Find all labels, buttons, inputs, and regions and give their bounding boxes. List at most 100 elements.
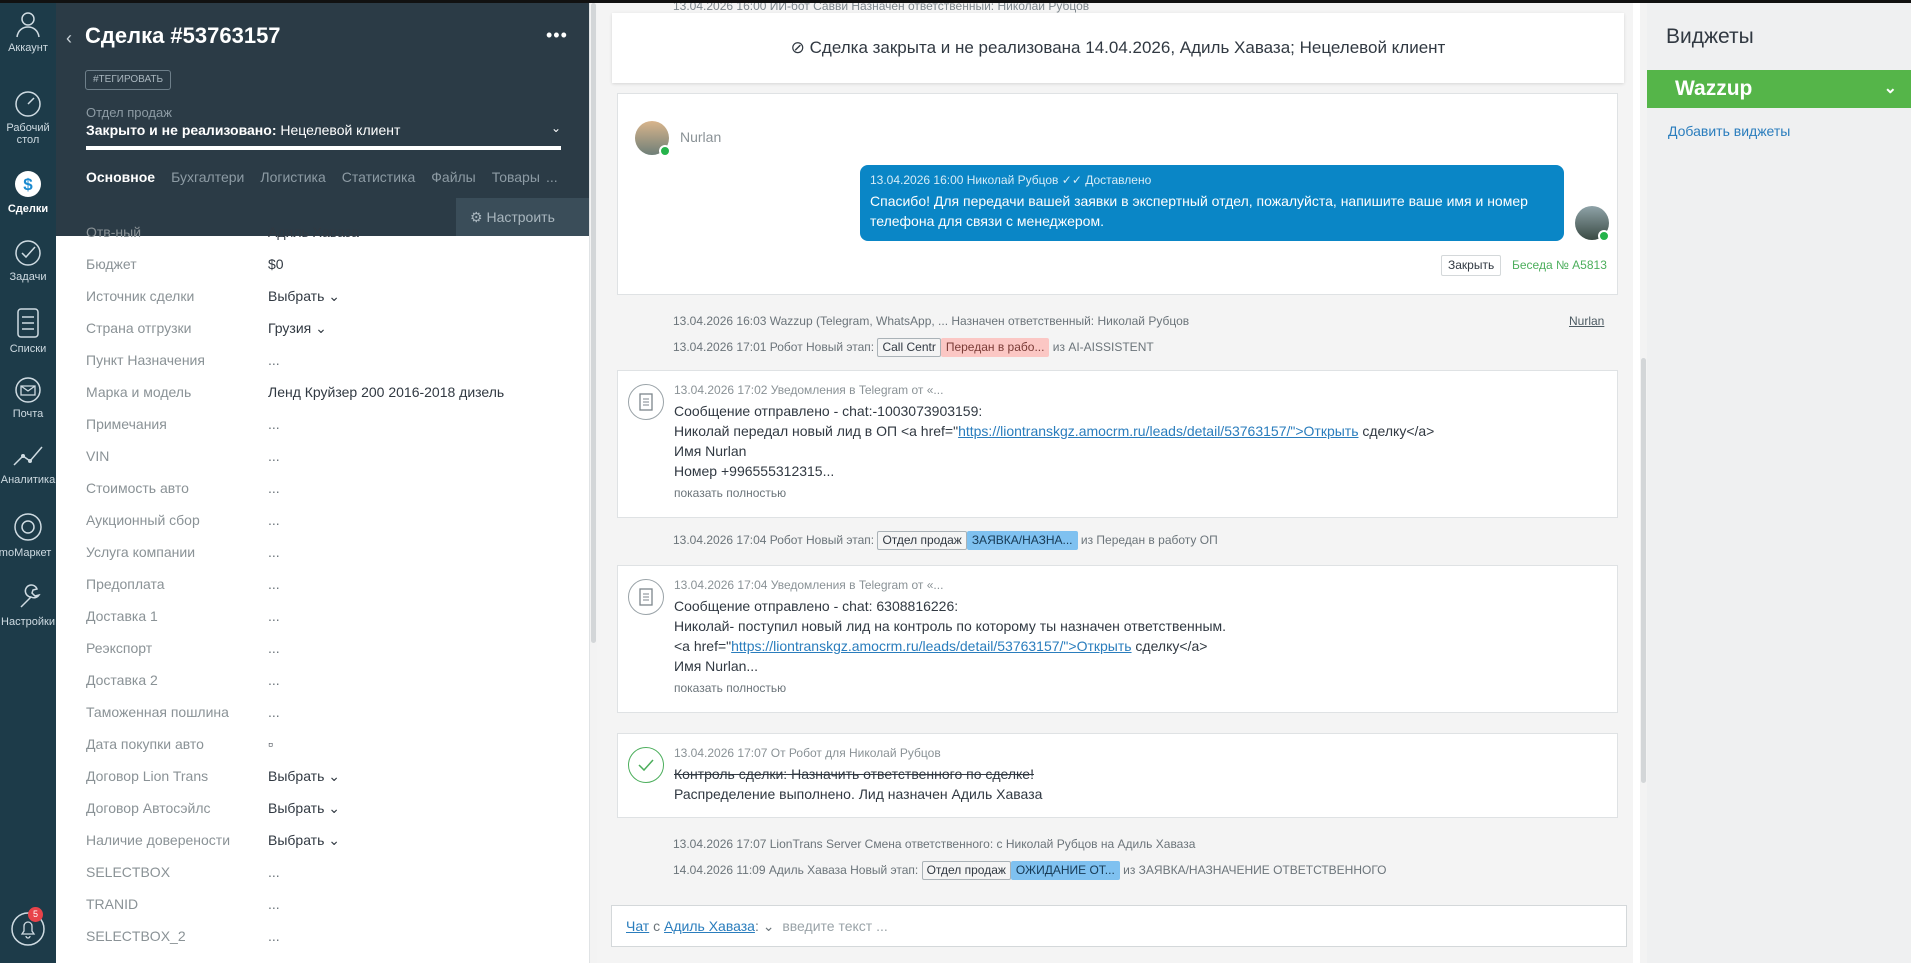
- field-value[interactable]: ...: [268, 632, 280, 664]
- task-meta: 13.04.2026 17:07 От Робот для Николай Ру…: [674, 746, 941, 760]
- field-value[interactable]: ...: [268, 696, 280, 728]
- check-icon: [628, 747, 664, 783]
- field-value[interactable]: ...: [268, 504, 280, 536]
- chevron-down-icon[interactable]: ⌄: [1884, 70, 1897, 108]
- tab-main[interactable]: Основное: [86, 169, 155, 185]
- field-value[interactable]: ...: [268, 344, 280, 376]
- close-chat-button[interactable]: Закрыть: [1441, 255, 1502, 276]
- field-value[interactable]: ...: [268, 536, 280, 568]
- back-chevron-icon[interactable]: ‹: [66, 28, 72, 49]
- field-value[interactable]: ...: [268, 408, 280, 440]
- lists-icon: [17, 308, 39, 338]
- recipient-link[interactable]: Адиль Хаваза: [664, 918, 755, 934]
- deal-tabs: Основное Бухгалтери Логистика Статистика Фай…: [86, 169, 556, 189]
- main-nav: Аккаунт Рабочий стол $ Сделки Задачи Спи…: [0, 3, 56, 963]
- contact-link[interactable]: Nurlan: [1569, 314, 1604, 328]
- wazzup-widget[interactable]: Wazzup ⌄: [1647, 70, 1911, 108]
- field-label: Наличие доверености: [86, 832, 231, 848]
- field-value[interactable]: Ленд Круйзер 200 2016-2018 дизель: [268, 376, 504, 408]
- field-label: Договор Автосэйлс: [86, 800, 211, 816]
- chat-contact-name[interactable]: Nurlan: [680, 129, 721, 145]
- field-value[interactable]: ...: [268, 856, 280, 888]
- message-meta: 13.04.2026 16:00 Николай Рубцов ✓✓ Доста…: [870, 173, 1152, 187]
- show-more-link[interactable]: показать полностью: [674, 678, 1226, 698]
- field-row: Таможенная пошлина...: [86, 696, 576, 728]
- field-value[interactable]: ...: [268, 440, 280, 472]
- field-value[interactable]: Адиль Хаваза: [268, 216, 359, 248]
- add-widgets-link[interactable]: Добавить виджеты: [1668, 123, 1790, 139]
- field-value[interactable]: ...: [268, 568, 280, 600]
- field-value[interactable]: ▫: [268, 728, 273, 760]
- note-block: 13.04.2026 17:04 Уведомления в Telegram …: [617, 565, 1618, 713]
- field-value[interactable]: Выбрать ⌄: [268, 824, 340, 856]
- field-value[interactable]: Выбрать ⌄: [268, 792, 340, 824]
- chevron-down-icon[interactable]: ⌄: [763, 918, 775, 934]
- field-label: Реэкспорт: [86, 640, 153, 656]
- status-select[interactable]: Закрыто и не реализовано: Нецелевой клие…: [86, 122, 400, 138]
- compose-bar[interactable]: Чат с Адиль Хаваза: ⌄ введите текст ...: [611, 905, 1627, 947]
- tag-button[interactable]: #ТЕГИРОВАТЬ: [85, 70, 172, 90]
- chevron-down-icon[interactable]: ⌄: [551, 121, 561, 135]
- stage-pill: Call Centr: [877, 338, 941, 357]
- feed-event: 13.04.2026 16:00 ИИ-бот Савви Назначен о…: [673, 3, 1090, 13]
- card-scrollbar[interactable]: [590, 3, 597, 963]
- field-row: Реэкспорт...: [86, 632, 576, 664]
- nav-dashboard[interactable]: Рабочий стол: [0, 89, 56, 146]
- note-line: Имя Nurlan: [674, 443, 747, 459]
- whatsapp-icon: [1598, 230, 1610, 242]
- scrollbar-thumb[interactable]: [591, 3, 596, 643]
- field-label: Дата покупки авто: [86, 736, 204, 752]
- field-value[interactable]: ...: [268, 920, 280, 952]
- nav-deals[interactable]: $ Сделки: [0, 168, 56, 215]
- note-line: Сообщение отправлено - chat:-10030739031…: [674, 403, 983, 419]
- field-label: Договор Lion Trans: [86, 768, 209, 784]
- note-line: <a href="https://liontranskgz.amocrm.ru/…: [674, 636, 1226, 656]
- more-menu-icon[interactable]: •••: [546, 25, 568, 46]
- nav-label: Настройки: [1, 616, 55, 628]
- tab-files[interactable]: Файлы: [431, 169, 475, 185]
- analytics-icon: [13, 446, 43, 466]
- tab-products[interactable]: Товары: [492, 169, 540, 185]
- field-label: Пункт Назначения: [86, 352, 205, 368]
- nav-lists[interactable]: Списки: [0, 306, 56, 355]
- field-row: Наличие доверености Выбрать ⌄: [86, 824, 576, 856]
- field-value[interactable]: ...: [268, 888, 280, 920]
- feed-scrollbar[interactable]: [1640, 3, 1647, 963]
- tab-accounting[interactable]: Бухгалтери: [171, 169, 244, 185]
- field-row: Страна отгрузки Грузия ⌄: [86, 312, 576, 344]
- note-block: 13.04.2026 17:02 Уведомления в Telegram …: [617, 370, 1618, 518]
- tab-logistics[interactable]: Логистика: [260, 169, 325, 185]
- deal-header: ‹ Сделка #53763157 ••• #ТЕГИРОВАТЬ Отдел…: [56, 3, 589, 236]
- show-more-link[interactable]: показать полностью: [674, 483, 1434, 503]
- field-value[interactable]: Грузия ⌄: [268, 312, 327, 344]
- wazzup-label: Wazzup: [1675, 77, 1753, 100]
- note-text: Николай передал новый лид в ОП <a href=": [674, 423, 959, 439]
- field-value[interactable]: $0: [268, 248, 284, 280]
- nav-mail[interactable]: Почта: [0, 375, 56, 420]
- field-value[interactable]: ...: [268, 472, 280, 504]
- nav-tasks[interactable]: Задачи: [0, 238, 56, 283]
- field-value[interactable]: ...: [268, 600, 280, 632]
- field-value[interactable]: Выбрать ⌄: [268, 280, 340, 312]
- nav-label: amoМаркет: [0, 547, 52, 559]
- note-line: Имя Nurlan...: [674, 658, 759, 674]
- tab-statistics[interactable]: Статистика: [342, 169, 416, 185]
- nav-settings[interactable]: Настройки: [0, 579, 56, 628]
- tabs-more-icon[interactable]: ...: [546, 169, 558, 185]
- field-value[interactable]: Выбрать ⌄: [268, 760, 340, 792]
- conversation-link[interactable]: Беседа № A5813: [1512, 258, 1607, 272]
- nav-analytics[interactable]: Аналитика: [0, 441, 56, 486]
- note-text: сделку</a>: [1358, 423, 1435, 439]
- scrollbar-thumb[interactable]: [1641, 358, 1646, 783]
- nav-market[interactable]: amoМаркет: [0, 510, 56, 559]
- chat-type-link[interactable]: Чат: [626, 918, 649, 934]
- blocked-icon: ⊘: [790, 38, 805, 57]
- message-input[interactable]: введите текст ...: [782, 918, 887, 934]
- nav-account[interactable]: Аккаунт: [0, 9, 56, 54]
- market-icon: [14, 513, 42, 541]
- deal-link[interactable]: https://liontranskgz.amocrm.ru/leads/det…: [731, 638, 1131, 654]
- deal-link[interactable]: https://liontranskgz.amocrm.ru/leads/det…: [958, 423, 1358, 439]
- pipeline-name: Отдел продаж: [86, 105, 172, 120]
- field-value[interactable]: ...: [268, 664, 280, 696]
- deal-title[interactable]: Сделка #53763157: [85, 23, 281, 49]
